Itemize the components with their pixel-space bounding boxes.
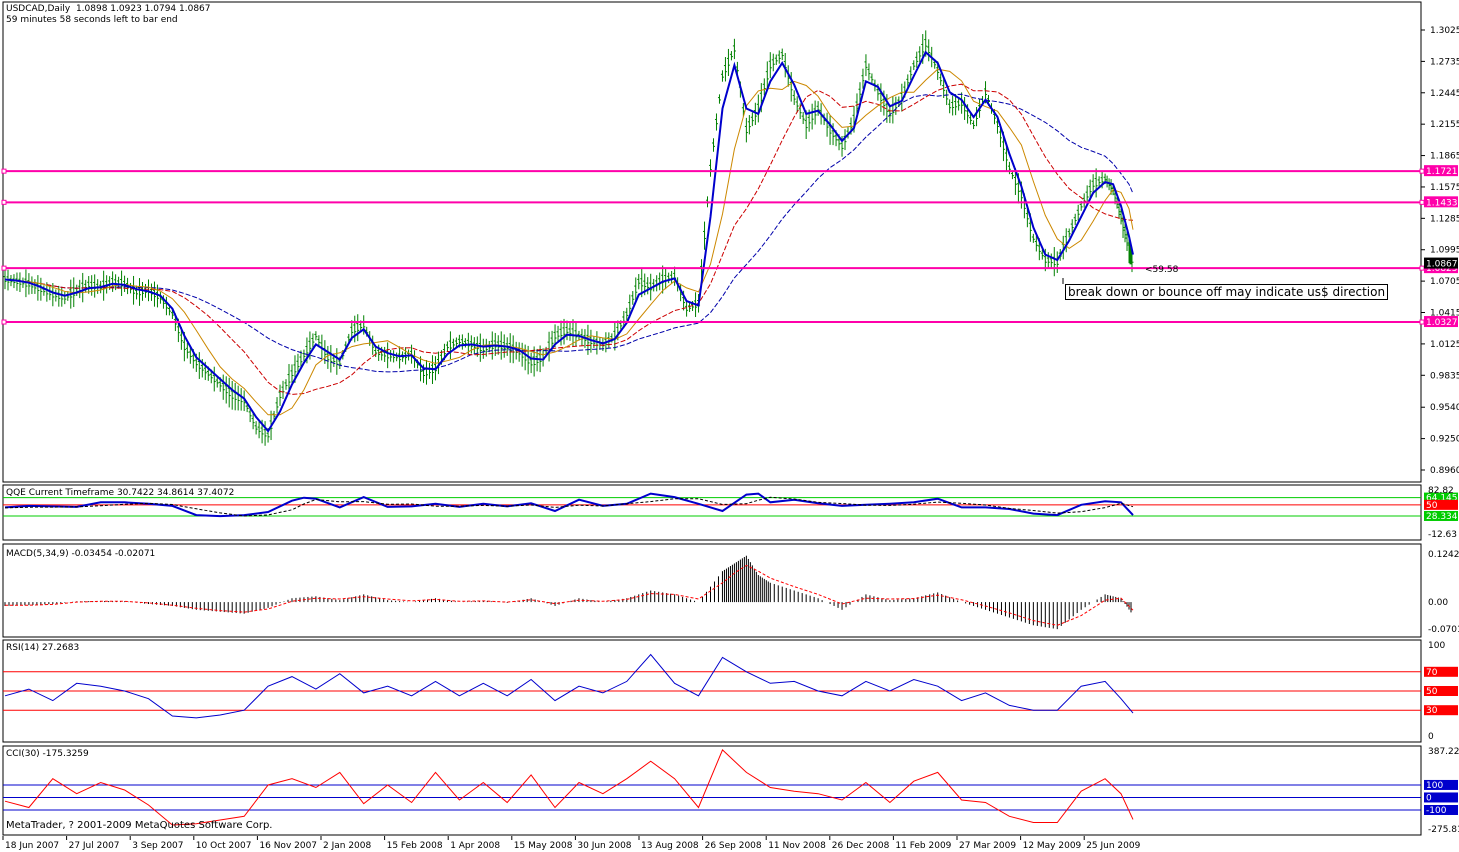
qqe-tick-label: -12.63: [1428, 530, 1457, 540]
price-tick-label: 0.9250: [1430, 435, 1459, 445]
qqe-title: QQE Current Timeframe 30.7422 34.8614 37…: [6, 488, 234, 498]
time-tick-label: 13 Aug 2008: [641, 841, 699, 851]
trend-note-annotation[interactable]: break down or bounce off may indicate us…: [1065, 284, 1389, 300]
bar-timer: 59 minutes 58 seconds left to bar end: [6, 15, 178, 25]
time-tick-label: 12 May 2009: [1023, 841, 1082, 851]
time-tick-label: 15 Feb 2008: [387, 841, 443, 851]
rsi-title: RSI(14) 27.2683: [6, 643, 79, 653]
level-handle: [1, 199, 7, 205]
cci-tick-label: -275.8157: [1428, 825, 1459, 835]
price-tick-label: 1.1575: [1430, 183, 1459, 193]
pips-distance-label: <59.58: [1145, 265, 1179, 275]
price-tick-label: 1.1865: [1430, 152, 1459, 162]
chart-title: USDCAD,Daily 1.0898 1.0923 1.0794 1.0867: [6, 4, 211, 14]
terminal-chart[interactable]: 1.3025 1.2735 1.2445 1.2155 1.1865 1.1575 1.12…: [0, 0, 1459, 852]
rsi-level-label: 30: [1426, 706, 1438, 716]
macd-tick-label: 0.00: [1428, 598, 1448, 608]
time-tick-label: 3 Sep 2007: [132, 841, 183, 851]
price-tick-label: 0.9835: [1430, 371, 1459, 381]
price-tick-label: 1.2735: [1430, 57, 1459, 67]
level-handle: [1, 319, 7, 325]
time-tick-label: 30 Jun 2008: [577, 841, 631, 851]
rsi-tick-label: 0: [1428, 732, 1434, 742]
price-tick-label: 0.8960: [1430, 466, 1459, 476]
level-price-label: 1.1433: [1426, 198, 1458, 208]
cci-level-label: -100: [1426, 806, 1447, 816]
rsi-level-label: 50: [1426, 687, 1438, 697]
time-tick-label: 15 May 2008: [514, 841, 573, 851]
cci-level-label: 0: [1426, 793, 1432, 803]
level-handle: [1419, 168, 1425, 174]
cci-level-label: 100: [1426, 781, 1443, 791]
rsi-tick-label: 100: [1428, 641, 1445, 651]
macd-title: MACD(5,34,9) -0.03454 -0.02071: [6, 549, 155, 559]
level-handle: [1, 265, 7, 271]
time-tick-label: 26 Sep 2008: [705, 841, 762, 851]
cci-title: CCI(30) -175.3259: [6, 749, 89, 759]
time-tick-label: 27 Mar 2009: [959, 841, 1016, 851]
pane-frame-1: [2, 1, 1422, 483]
price-tick-label: 1.2445: [1430, 89, 1459, 99]
time-tick-label: 2 Jan 2008: [323, 841, 371, 851]
time-tick-label: 25 Jun 2009: [1086, 841, 1140, 851]
price-tick-label: 1.2155: [1430, 120, 1459, 130]
pane-frame-3: [2, 543, 1422, 638]
current-price-label: 1.0867: [1426, 260, 1458, 270]
macd-tick-label: -0.07018: [1428, 625, 1459, 635]
time-tick-label: 16 Nov 2007: [259, 841, 317, 851]
price-tick-label: 1.0995: [1430, 246, 1459, 256]
qqe-level-label: 50: [1426, 501, 1438, 511]
time-tick-label: 1 Apr 2008: [450, 841, 500, 851]
time-tick-label: 11 Nov 2008: [768, 841, 826, 851]
time-tick-label: 10 Oct 2007: [196, 841, 252, 851]
time-tick-label: 11 Feb 2009: [895, 841, 951, 851]
price-tick-label: 1.0125: [1430, 340, 1459, 350]
macd-tick-label: 0.12426: [1428, 550, 1459, 560]
time-tick-label: 27 Jul 2007: [69, 841, 120, 851]
level-handle: [1419, 199, 1425, 205]
qqe-level-label: 28.3343: [1426, 512, 1459, 522]
level-price-label: 1.0327: [1426, 318, 1458, 328]
price-tick-label: 1.3025: [1430, 26, 1459, 36]
price-tick-label: 0.9540: [1430, 403, 1459, 413]
qqe-tick-label: 82.82: [1428, 486, 1454, 496]
time-tick-label: 18 Jun 2007: [5, 841, 59, 851]
rsi-level-label: 70: [1426, 668, 1438, 678]
time-tick-label: 26 Dec 2008: [832, 841, 890, 851]
cci-tick-label: 387.2261: [1428, 747, 1459, 757]
price-tick-label: 1.1285: [1430, 214, 1459, 224]
level-handle: [1, 168, 7, 174]
level-handle: [1419, 265, 1425, 271]
copyright-footer: MetaTrader, ? 2001-2009 MetaQuotes Softw…: [6, 820, 273, 831]
level-handle: [1419, 319, 1425, 325]
price-tick-label: 1.0705: [1430, 277, 1459, 287]
level-price-label: 1.1721: [1426, 167, 1458, 177]
